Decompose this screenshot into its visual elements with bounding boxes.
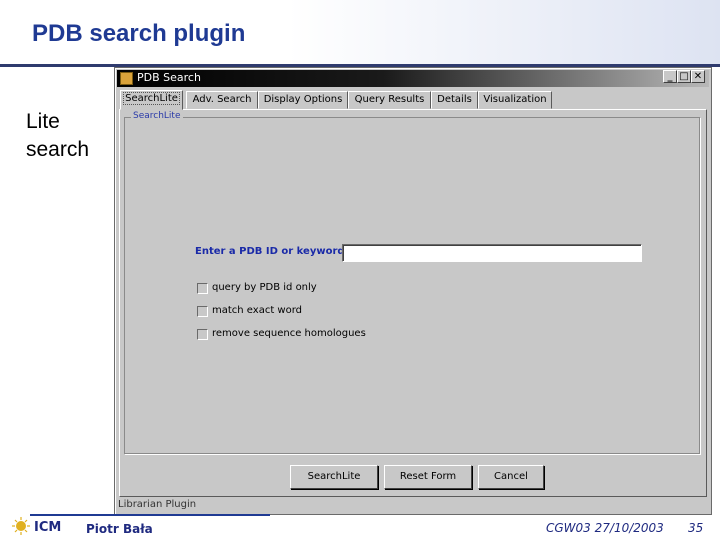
cancel-button[interactable]: Cancel [478,465,544,489]
slide-title: PDB search plugin [32,20,246,47]
pdb-keyword-input[interactable] [342,244,642,262]
close-button[interactable]: ✕ [691,70,705,83]
query-by-pdb-id-checkbox[interactable] [197,283,208,294]
tab-searchlite-label: SearchLite [123,92,180,105]
minimize-button[interactable]: _ [663,70,677,83]
side-label-line2: search [26,138,90,161]
match-exact-word-label: match exact word [212,305,303,316]
icm-logo: ICM [12,517,61,535]
tab-visualization[interactable]: Visualization [478,91,552,109]
remove-homologues-label: remove sequence homologues [212,328,366,339]
side-label-line1: Lite [26,110,60,133]
reset-form-button[interactable]: Reset Form [384,465,472,489]
page-number: 35 [688,521,704,535]
keyword-field-label: Enter a PDB ID or keyword: [195,246,349,257]
tab-display-options[interactable]: Display Options [258,91,348,109]
icm-logo-text: ICM [34,520,61,535]
searchlite-panel: SearchLite Enter a PDB ID or keyword: qu… [119,109,707,497]
status-bar: Librarian Plugin [118,499,197,510]
tab-searchlite[interactable]: SearchLite [120,90,183,110]
pdb-search-window: PDB Search _ □ ✕ SearchLite Adv. Search … [114,67,712,515]
tab-bar: SearchLite Adv. Search Display Options Q… [119,90,707,110]
footer-event: CGW03 27/10/2003 [546,521,664,535]
tab-adv-search[interactable]: Adv. Search [186,91,258,109]
window-title: PDB Search [137,71,201,84]
remove-homologues-checkbox[interactable] [197,329,208,340]
query-by-pdb-id-label: query by PDB id only [212,282,317,293]
searchlite-button[interactable]: SearchLite [290,465,378,489]
side-label: Lite search [26,108,89,164]
window-titlebar[interactable]: PDB Search [117,70,709,87]
tab-query-results[interactable]: Query Results [348,91,431,109]
searchlite-groupbox: SearchLite Enter a PDB ID or keyword: qu… [124,111,700,454]
footer-author: Piotr Bała [86,522,153,536]
match-exact-word-checkbox[interactable] [197,306,208,317]
groupbox-title: SearchLite [131,111,183,121]
maximize-button[interactable]: □ [677,70,691,83]
app-icon [120,72,133,85]
tab-details[interactable]: Details [431,91,478,109]
